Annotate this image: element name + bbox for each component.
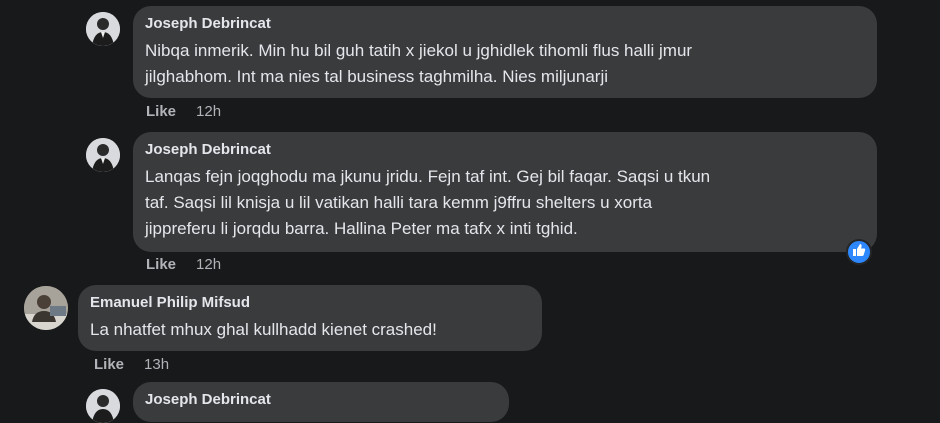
comment-actions: Like 12h <box>146 103 221 120</box>
avatar[interactable] <box>86 389 120 423</box>
comment-bubble: Joseph Debrincat Lanqas fejn joqghodu ma… <box>133 132 877 252</box>
comment-text: Nibqa inmerik. Min hu bil guh tatih x ji… <box>145 41 693 86</box>
like-button[interactable]: Like <box>146 103 176 120</box>
comment-actions: Like 12h <box>146 256 221 273</box>
comment-text: La nhatfet mhux ghal kullhadd kienet cra… <box>90 320 437 339</box>
comment-bubble: Joseph Debrincat <box>133 382 509 422</box>
comment-author[interactable]: Emanuel Philip Mifsud <box>90 293 530 313</box>
comment-author[interactable]: Joseph Debrincat <box>145 390 497 410</box>
comment-bubble: Joseph Debrincat Nibqa inmerik. Min hu b… <box>133 6 877 98</box>
comment-timestamp[interactable]: 12h <box>196 256 221 273</box>
avatar[interactable] <box>86 12 120 46</box>
comment-author[interactable]: Joseph Debrincat <box>145 140 865 160</box>
comment-author[interactable]: Joseph Debrincat <box>145 14 865 34</box>
comment-actions: Like 13h <box>94 356 169 373</box>
avatar[interactable] <box>24 286 68 330</box>
like-icon <box>852 243 866 262</box>
comment-text: Lanqas fejn joqghodu ma jkunu jridu. Fej… <box>145 167 711 238</box>
avatar[interactable] <box>86 138 120 172</box>
reaction-badge[interactable] <box>846 239 872 265</box>
like-button[interactable]: Like <box>94 356 124 373</box>
comment-bubble: Emanuel Philip Mifsud La nhatfet mhux gh… <box>78 285 542 351</box>
like-button[interactable]: Like <box>146 256 176 273</box>
comment-timestamp[interactable]: 12h <box>196 103 221 120</box>
comment-timestamp[interactable]: 13h <box>144 356 169 373</box>
